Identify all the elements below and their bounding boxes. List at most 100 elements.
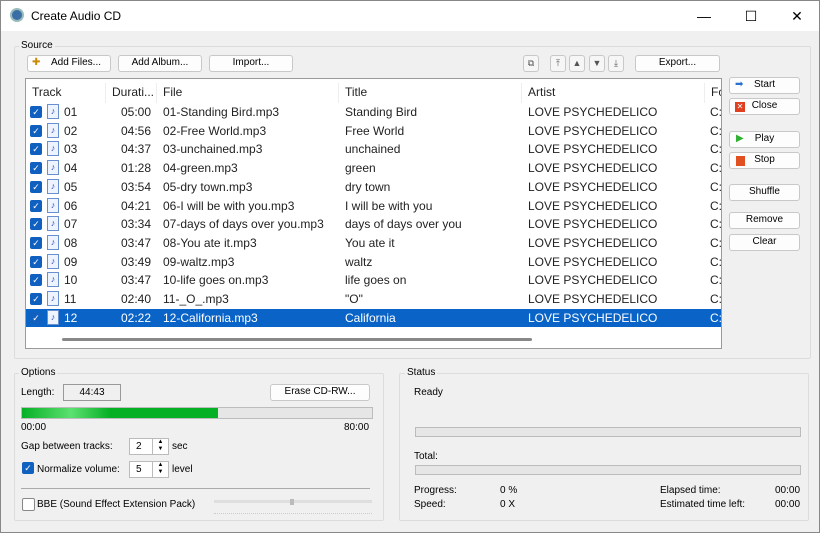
spinner-arrows-icon[interactable]: ▲ ▼ <box>152 439 168 454</box>
cell-track: 08 <box>64 235 78 250</box>
track-checkbox[interactable]: ✓ <box>30 274 42 287</box>
plus-icon: ✚ <box>32 57 41 68</box>
track-checkbox[interactable]: ✓ <box>30 293 42 305</box>
move-down-icon[interactable]: ▼ <box>589 55 605 72</box>
cell-title: unchained <box>345 142 401 157</box>
cell-title: green <box>345 161 376 176</box>
sort-icon[interactable]: ⧉ <box>523 55 539 72</box>
spinner-arrows-icon[interactable]: ▲ ▼ <box>152 462 168 477</box>
track-checkbox[interactable]: ✓ <box>30 311 42 324</box>
cell-file: 08-You ate it.mp3 <box>163 235 257 250</box>
clear-button[interactable]: Clear <box>729 234 800 251</box>
gap-unit: sec <box>172 441 188 452</box>
add-files-button[interactable]: ✚ Add Files... <box>27 55 111 72</box>
track-checkbox[interactable]: ✓ <box>30 255 42 268</box>
normalize-checkbox[interactable]: ✓ <box>22 462 34 474</box>
track-list[interactable]: Track Durati... File Title Artist Fo ✓ ♪ … <box>25 78 722 349</box>
move-top-icon[interactable]: ⤒ <box>550 55 566 72</box>
import-button[interactable]: Import... <box>209 55 293 72</box>
cell-file: 03-unchained.mp3 <box>163 142 263 157</box>
cell-file: 04-green.mp3 <box>163 161 238 176</box>
column-file[interactable]: File <box>157 83 339 103</box>
cell-duration: 02:22 <box>120 310 151 325</box>
cell-title: dry town <box>345 179 391 194</box>
bbe-slider[interactable] <box>214 499 372 514</box>
length-progress-fill <box>22 408 218 418</box>
cell-title: life goes on <box>345 273 407 288</box>
cell-track: 10 <box>64 273 78 288</box>
horizontal-scrollbar[interactable] <box>62 338 532 341</box>
cell-duration: 03:47 <box>120 273 151 288</box>
audio-file-icon: ♪ <box>47 309 59 325</box>
table-row[interactable]: ✓ ♪ 09 03:49 09-waltz.mp3 waltz LOVE PSYC… <box>26 253 721 272</box>
cell-title: Free World <box>345 123 405 138</box>
cell-title: I will be with you <box>345 198 433 213</box>
maximize-button[interactable]: ☐ <box>728 1 774 31</box>
move-bottom-icon[interactable]: ⤓ <box>608 55 624 72</box>
cell-duration: 03:54 <box>120 179 151 194</box>
cell-duration: 03:47 <box>120 235 151 250</box>
track-checkbox[interactable]: ✓ <box>30 180 42 193</box>
table-row[interactable]: ✓ ♪ 07 03:34 07-days of days over you.mp3… <box>26 215 721 234</box>
export-button[interactable]: Export... <box>635 55 720 72</box>
audio-file-icon: ♪ <box>47 197 59 213</box>
cell-file: 09-waltz.mp3 <box>163 254 235 269</box>
close-window-button[interactable]: ✕ <box>774 1 820 31</box>
track-checkbox[interactable]: ✓ <box>30 218 42 231</box>
table-row[interactable]: ✓ ♪ 08 03:47 08-You ate it.mp3 You ate it… <box>26 234 721 253</box>
column-artist[interactable]: Artist <box>522 83 705 103</box>
slider-thumb[interactable] <box>290 499 294 505</box>
bbe-checkbox[interactable] <box>22 498 35 511</box>
length-value: 44:43 <box>63 384 121 401</box>
track-checkbox[interactable]: ✓ <box>30 236 42 249</box>
track-checkbox[interactable]: ✓ <box>30 143 42 156</box>
track-checkbox[interactable]: ✓ <box>30 199 42 212</box>
cell-folder: C: <box>710 123 722 138</box>
play-button[interactable]: ▶ Play <box>729 131 800 148</box>
cell-duration: 03:34 <box>120 217 151 232</box>
cell-track: 01 <box>64 105 78 119</box>
table-row[interactable]: ✓ ♪ 04 01:28 04-green.mp3 green LOVE PSYC… <box>26 159 721 178</box>
start-button[interactable]: ➡ Start <box>729 77 800 94</box>
add-album-button[interactable]: Add Album... <box>118 55 202 72</box>
column-title[interactable]: Title <box>339 83 522 103</box>
table-row[interactable]: ✓ ♪ 06 04:21 06-I will be with you.mp3 I … <box>26 197 721 216</box>
cell-duration: 02:40 <box>120 292 151 306</box>
cell-artist: LOVE PSYCHEDELICO <box>528 161 658 176</box>
cell-title: Standing Bird <box>345 105 418 119</box>
cell-track: 07 <box>64 217 78 232</box>
column-track[interactable]: Track <box>26 83 106 103</box>
table-row[interactable]: ✓ ♪ 05 03:54 05-dry town.mp3 dry town LOV… <box>26 178 721 197</box>
track-checkbox[interactable]: ✓ <box>30 162 42 175</box>
table-row[interactable]: ✓ ♪ 02 04:56 02-Free World.mp3 Free World… <box>26 122 721 141</box>
cell-artist: LOVE PSYCHEDELICO <box>528 198 658 213</box>
table-row[interactable]: ✓ ♪ 12 02:22 12-California.mp3 California… <box>26 308 721 328</box>
cell-duration: 01:28 <box>120 161 151 176</box>
remove-button[interactable]: Remove <box>729 212 800 229</box>
move-up-icon[interactable]: ▲ <box>569 55 585 72</box>
bar-end-label: 80:00 <box>344 422 370 433</box>
table-row[interactable]: ✓ ♪ 11 02:40 11-_O_.mp3 "O" LOVE PSYCHEDE… <box>26 290 721 309</box>
audio-file-icon: ♪ <box>47 253 59 269</box>
progress-label: Progress: <box>414 485 457 496</box>
column-duration[interactable]: Durati... <box>106 83 157 103</box>
table-row[interactable]: ✓ ♪ 01 05:00 01-Standing Bird.mp3 Standin… <box>26 103 721 122</box>
track-checkbox[interactable]: ✓ <box>30 124 42 137</box>
cell-artist: LOVE PSYCHEDELICO <box>528 235 658 250</box>
column-folder[interactable]: Fo <box>705 83 721 103</box>
cell-folder: C: <box>710 217 722 232</box>
table-row[interactable]: ✓ ♪ 03 04:37 03-unchained.mp3 unchained L… <box>26 140 721 159</box>
cell-folder: C: <box>710 198 722 213</box>
normalize-spinner[interactable]: 5 ▲ ▼ <box>129 461 169 478</box>
cell-file: 07-days of days over you.mp3 <box>163 217 324 232</box>
track-checkbox[interactable]: ✓ <box>30 106 42 118</box>
erase-cdrw-button[interactable]: Erase CD-RW... <box>270 384 370 401</box>
cell-file: 12-California.mp3 <box>163 310 258 325</box>
table-row[interactable]: ✓ ♪ 10 03:47 10-life goes on.mp3 life goe… <box>26 271 721 290</box>
audio-file-icon: ♪ <box>47 291 59 306</box>
minimize-button[interactable]: — <box>681 1 727 31</box>
close-button[interactable]: ✕ Close <box>729 98 800 115</box>
gap-spinner[interactable]: 2 ▲ ▼ <box>129 438 169 455</box>
shuffle-button[interactable]: Shuffle <box>729 184 800 201</box>
stop-button[interactable]: Stop <box>729 152 800 169</box>
